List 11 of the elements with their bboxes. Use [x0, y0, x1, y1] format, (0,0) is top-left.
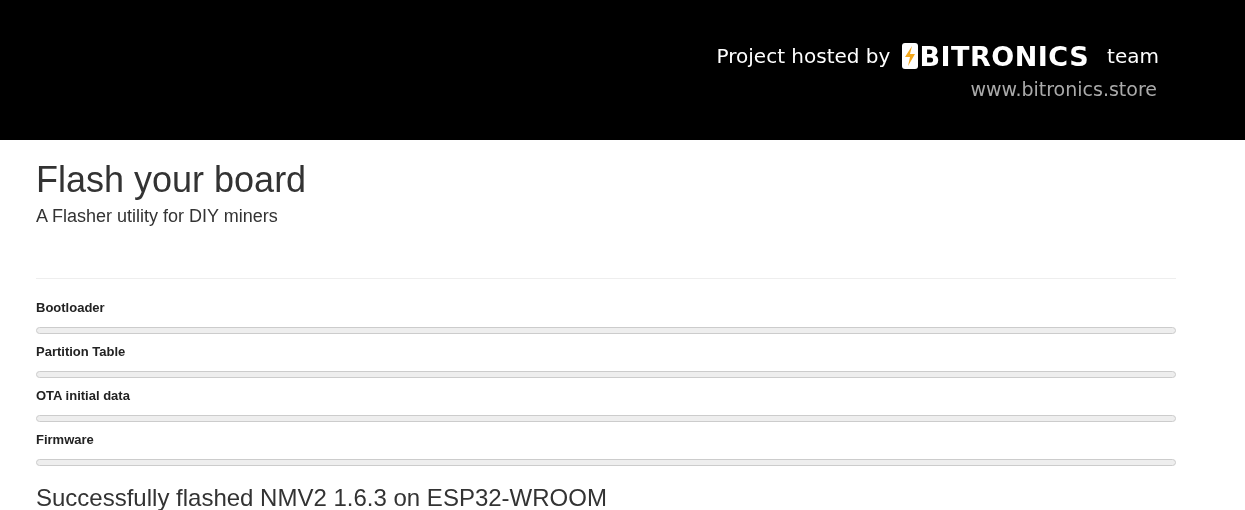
progress-label: Partition Table — [36, 343, 127, 361]
lightning-bolt-icon — [902, 43, 919, 69]
progress-label: Firmware — [36, 431, 95, 449]
progress-label: OTA initial data — [36, 387, 131, 405]
team-text: team — [1107, 44, 1159, 68]
page-subtitle: A Flasher utility for DIY miners — [36, 205, 279, 228]
logo-text: BITRONICS — [919, 40, 1090, 72]
page-title: Flash your board — [36, 158, 308, 202]
website-text: www.bitronics.store — [970, 77, 1157, 100]
hosted-by-text: Project hosted by — [716, 44, 891, 68]
progress-label: Bootloader — [36, 299, 106, 317]
